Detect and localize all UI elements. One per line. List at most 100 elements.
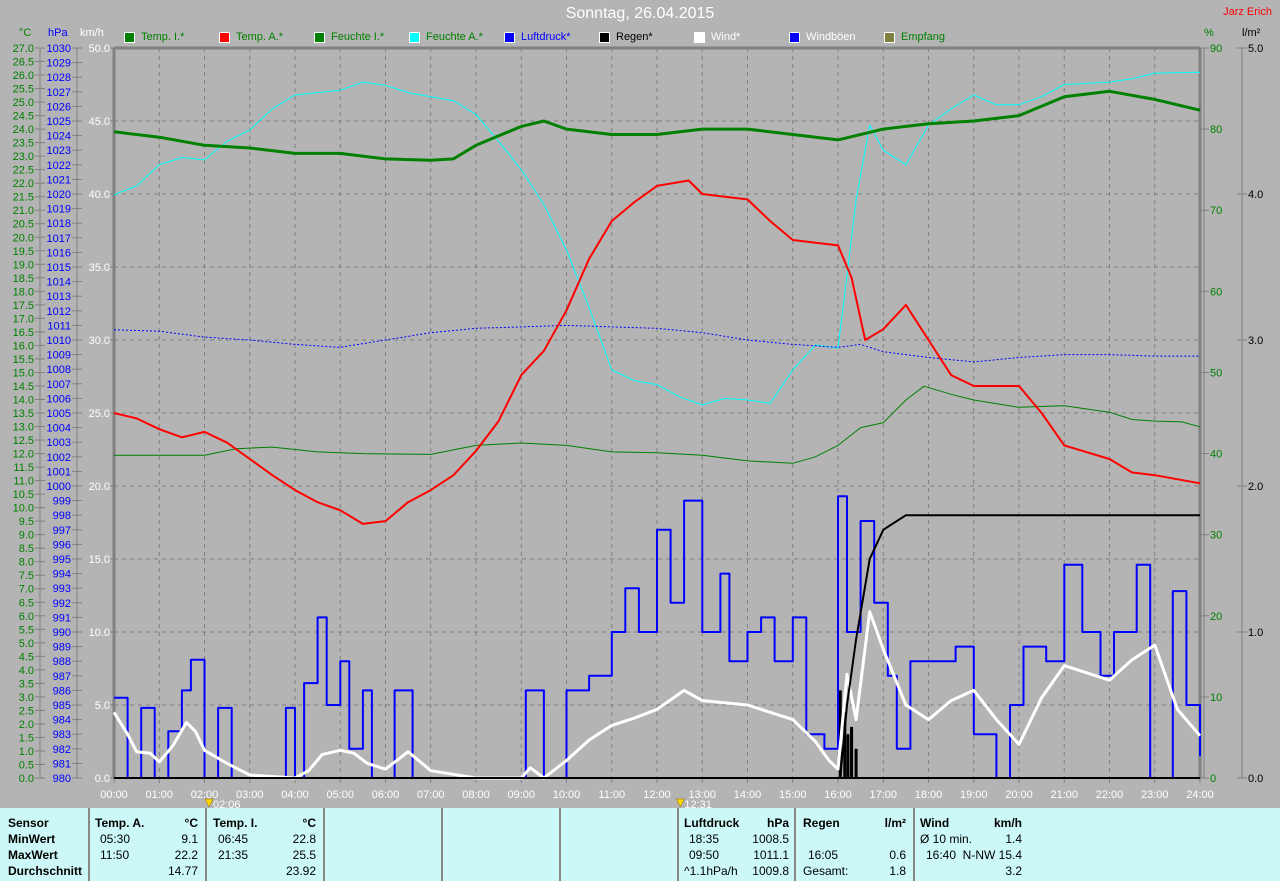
temp-a-header: Temp. A.: [95, 816, 145, 830]
x-tick-label: 08:00: [462, 789, 490, 801]
axis-tick-label: 12.0: [13, 449, 34, 461]
axis-tick-label: 80: [1210, 124, 1222, 136]
axis-tick-label: 1022: [47, 160, 71, 172]
temp-i-min-time: 06:45: [218, 832, 249, 846]
axis-tick-label: 11.0: [13, 476, 34, 488]
axis-tick-label: 70: [1210, 205, 1222, 217]
legend-label: Empfang: [901, 31, 946, 43]
column-divider: [559, 808, 561, 881]
axis-tick-label: 1025: [47, 116, 71, 128]
pressure-unit: hPa: [766, 816, 789, 830]
axis-tick-label: 1001: [47, 466, 71, 478]
axis-tick-label: 1012: [47, 306, 71, 318]
axis-tick-label: 4.0: [19, 665, 34, 677]
axis-tick-label: 996: [53, 539, 71, 551]
axis-tick-label: 0.0: [1248, 773, 1263, 785]
axis-tick-label: 2.0: [1248, 481, 1263, 493]
temp-i-avg: 23.92: [285, 864, 316, 878]
legend-item[interactable]: Wind*: [694, 31, 740, 43]
percent-unit: %: [1204, 27, 1214, 39]
axis-tick-label: 1010: [47, 335, 71, 347]
axis-tick-label: 26.0: [13, 70, 34, 82]
legend-item[interactable]: Regen*: [599, 31, 653, 43]
x-tick-label: 14:00: [734, 789, 762, 801]
legend-swatch: [504, 31, 515, 43]
row-label-max: MaxWert: [8, 848, 58, 862]
axis-tick-label: 30: [1210, 530, 1222, 542]
axis-tick-label: 1018: [47, 218, 71, 230]
axis-tick-label: 13.5: [13, 408, 34, 420]
axis-tick-label: 40.0: [89, 189, 110, 201]
axis-tick-label: 5.0: [19, 638, 34, 650]
x-tick-label: 17:00: [869, 789, 897, 801]
axis-tick-label: 4.5: [19, 651, 34, 663]
x-tick-label: 18:00: [915, 789, 943, 801]
axis-tick-label: 5.0: [95, 700, 110, 712]
rain-unit-label: l/m²: [884, 816, 906, 830]
axis-tick-label: 3.0: [1248, 335, 1263, 347]
axis-tick-label: 21.5: [13, 192, 34, 204]
legend-item[interactable]: Empfang: [884, 31, 945, 43]
kmh-unit: km/h: [80, 27, 104, 39]
column-divider: [677, 808, 679, 881]
temp-a-max-time: 11:50: [100, 848, 130, 862]
axis-tick-label: 989: [53, 642, 71, 654]
axis-tick-label: 60: [1210, 286, 1222, 298]
axis-tick-label: 981: [53, 758, 71, 770]
axis-tick-label: 8.0: [19, 557, 34, 569]
axis-tick-label: 17.0: [13, 313, 34, 325]
axis-tick-label: 12.5: [13, 435, 34, 447]
axis-tick-label: 23.5: [13, 138, 34, 150]
axis-tick-label: 21.0: [13, 205, 34, 217]
axis-tick-label: 7.5: [19, 570, 34, 582]
legend-item[interactable]: Feuchte I.*: [314, 31, 384, 43]
legend-item[interactable]: Temp. A.*: [219, 31, 283, 43]
wind-avg: 3.2: [1005, 864, 1022, 878]
axis-tick-label: 25.0: [89, 408, 110, 420]
legend-label: Regen*: [616, 31, 653, 43]
axis-tick-label: 1008: [47, 364, 71, 376]
rain-max-time: 16:05: [808, 848, 839, 862]
legend-item[interactable]: Windböen: [789, 31, 856, 43]
axis-tick-label: 24.0: [13, 124, 34, 136]
sun-marker-icon: [204, 798, 214, 808]
x-tick-label: 09:00: [507, 789, 535, 801]
hpa-axis: 980 981 982 983 984 985 986 987 988 989 990 991 992 9…: [47, 43, 82, 785]
axis-tick-label: 50.0: [89, 43, 110, 55]
axis-tick-label: 1004: [47, 423, 71, 435]
axis-tick-label: 1019: [47, 204, 71, 216]
x-tick-label: 22:00: [1096, 789, 1124, 801]
grid: [114, 48, 1200, 778]
axis-tick-label: 1011: [47, 320, 71, 332]
sensor-header: Sensor: [8, 816, 49, 830]
axis-tick-label: 983: [53, 729, 71, 741]
pressure-max: 1011.1: [753, 848, 789, 862]
axis-tick-label: 990: [53, 627, 71, 639]
axis-tick-label: 13.0: [13, 422, 34, 434]
pressure-min-time: 18:35: [689, 832, 720, 846]
axis-tick-label: 1027: [47, 87, 71, 99]
legend-item[interactable]: Luftdruck*: [504, 31, 571, 43]
axis-tick-label: 3.5: [19, 678, 34, 690]
axis-tick-label: 5.0: [1248, 43, 1263, 55]
axis-tick-label: 1013: [47, 291, 71, 303]
column-divider: [88, 808, 90, 881]
x-tick-label: 07:00: [417, 789, 445, 801]
axis-tick-label: 0.0: [19, 773, 34, 785]
pressure-trend: ^1.1hPa/h: [684, 864, 738, 878]
axis-tick-label: 22.0: [13, 178, 34, 190]
x-tick-label: 01:00: [145, 789, 173, 801]
legend-item[interactable]: Temp. I.*: [124, 31, 184, 43]
celsius-axis: 0.0 0.51.0 1.52.0 2.53.0 3.54.0 4.55.0 5.56.0 6…: [13, 43, 45, 785]
axis-tick-label: 26.5: [13, 57, 34, 69]
axis-tick-label: 1016: [47, 247, 71, 259]
axis-tick-label: 35.0: [89, 262, 110, 274]
axis-tick-label: 1003: [47, 437, 71, 449]
pressure-header: Luftdruck: [684, 816, 740, 830]
axis-tick-label: 1023: [47, 145, 71, 157]
legend-item[interactable]: Feuchte A.*: [409, 31, 483, 43]
axis-tick-label: 997: [53, 525, 71, 537]
axis-tick-label: 7.0: [19, 584, 34, 596]
axis-tick-label: 20: [1210, 611, 1222, 623]
axis-tick-label: 1020: [47, 189, 71, 201]
